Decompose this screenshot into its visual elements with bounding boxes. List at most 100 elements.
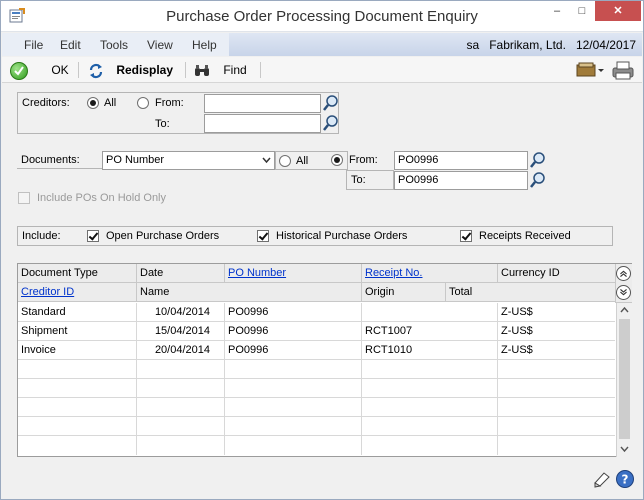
table-row[interactable]: Shipment 15/04/2014 PO0996 RCT1007 Z-US$ [18,322,615,341]
scroll-down-arrow-icon[interactable] [620,445,629,453]
documents-to-box: To: [346,170,394,190]
col-receipt-no[interactable]: Receipt No. [362,264,498,283]
creditors-label: Creditors: [22,97,70,109]
table-row[interactable]: Standard 10/04/2014 PO0996 Z-US$ [18,303,615,322]
table-row[interactable] [18,379,615,398]
documents-all-radio[interactable] [279,155,291,167]
cell-po-number: PO0996 [225,322,362,341]
cell-receipt-no [362,436,498,455]
cell-po-number [225,398,362,417]
menu-file[interactable]: File [24,38,43,52]
status-text: sa Fabrikam, Ltd. 12/04/2017 [467,38,636,52]
on-hold-label: Include POs On Hold Only [37,192,167,204]
menu-tools[interactable]: Tools [100,38,128,52]
col-currency-id[interactable]: Currency ID [498,264,615,283]
creditor-to-input[interactable] [204,114,321,133]
cell-currency-id [498,436,615,455]
close-button[interactable]: ✕ [595,1,641,21]
maximize-button[interactable]: □ [570,1,594,21]
documents-from-label: From: [349,154,378,166]
include-panel: Include: Open Purchase Orders Historical… [17,226,613,246]
expand-icon[interactable] [616,285,631,300]
grid-header-row2: Creditor ID Name Origin Total [18,283,615,302]
cell-currency-id: Z-US$ [501,325,533,337]
on-hold-checkbox[interactable] [18,192,30,204]
cell-date [137,436,225,455]
minimize-button[interactable]: – [545,1,569,21]
cell-po-number [225,360,362,379]
cell-receipt-no [362,379,498,398]
creditors-from-radio[interactable] [137,97,149,109]
col-total[interactable]: Total [446,283,615,302]
documents-label: Documents: [21,154,80,166]
cell-po-number [225,417,362,436]
grid-header-row1: Document Type Date PO Number Receipt No.… [18,264,615,283]
col-document-type[interactable]: Document Type [18,264,137,283]
creditors-from-label: From: [155,97,184,109]
lookup-magnifier-icon[interactable] [322,114,340,132]
dropdown-arrow-icon [262,157,271,164]
table-row[interactable] [18,436,615,455]
toolbar-menu-icon [576,62,604,77]
document-type-select[interactable]: PO Number [102,151,275,170]
menu-help[interactable]: Help [192,38,217,52]
col-name[interactable]: Name [137,283,362,302]
ok-button[interactable]: OK [10,60,69,80]
document-from-input[interactable]: PO0996 [394,151,528,170]
documents-from-radio[interactable] [331,154,343,166]
col-date[interactable]: Date [137,264,225,283]
company-status-bar: sa Fabrikam, Ltd. 12/04/2017 [229,33,642,56]
lookup-magnifier-icon[interactable] [529,151,547,169]
cell-currency-id: Z-US$ [501,306,533,318]
documents-underline [17,168,105,169]
redisplay-label: Redisplay [116,63,174,77]
lookup-magnifier-icon[interactable] [529,171,547,189]
cell-currency-id [498,360,615,379]
table-row[interactable] [18,398,615,417]
col-po-number[interactable]: PO Number [225,264,362,283]
document-to-input[interactable]: PO0996 [394,171,528,190]
table-row[interactable] [18,417,615,436]
receipts-received-checkbox[interactable] [460,230,472,242]
toolbar-separator [78,62,79,78]
user-id: sa [466,38,480,52]
enquiry-window: Purchase Order Processing Document Enqui… [0,0,644,500]
print-button[interactable] [610,59,636,81]
col-creditor-id[interactable]: Creditor ID [18,283,137,302]
table-row[interactable] [18,360,615,379]
lookup-magnifier-icon[interactable] [322,94,340,112]
menu-edit[interactable]: Edit [60,38,81,52]
historical-po-checkbox[interactable] [257,230,269,242]
toolbar-menu-button[interactable] [576,60,606,80]
collapse-icon[interactable] [616,266,631,281]
table-row[interactable]: Invoice 20/04/2014 PO0996 RCT1010 Z-US$ [18,341,615,360]
creditor-from-input[interactable] [204,94,321,113]
help-icon[interactable]: ? [615,469,635,489]
cell-receipt-no: RCT1010 [362,341,498,360]
cell-document-type: Standard [18,303,137,322]
document-type-value: PO Number [106,154,165,166]
svg-text:?: ? [622,473,629,487]
grid-vertical-scrollbar[interactable] [616,303,632,457]
menu-view[interactable]: View [147,38,173,52]
toolbar-separator [260,62,261,78]
scroll-up-arrow-icon[interactable] [620,306,629,314]
include-label: Include: [22,230,61,242]
creditors-all-radio[interactable] [87,97,99,109]
col-origin[interactable]: Origin [362,283,446,302]
toolbar-separator [185,62,186,78]
redisplay-button[interactable]: Redisplay [88,60,173,80]
menu-bar: File Edit Tools View Help sa Fabrikam, L… [2,33,642,56]
scroll-thumb[interactable] [619,319,630,439]
ok-label: OK [51,63,69,77]
cell-document-type [18,379,137,398]
cell-receipt-no [362,398,498,417]
find-label: Find [223,63,247,77]
cell-date: 15/04/2014 [137,322,225,341]
note-icon[interactable] [592,469,612,489]
documents-to-label: To: [351,174,366,186]
cell-currency-id [498,379,615,398]
creditors-to-label: To: [155,118,170,130]
find-button[interactable]: Find [194,60,247,80]
open-po-checkbox[interactable] [87,230,99,242]
